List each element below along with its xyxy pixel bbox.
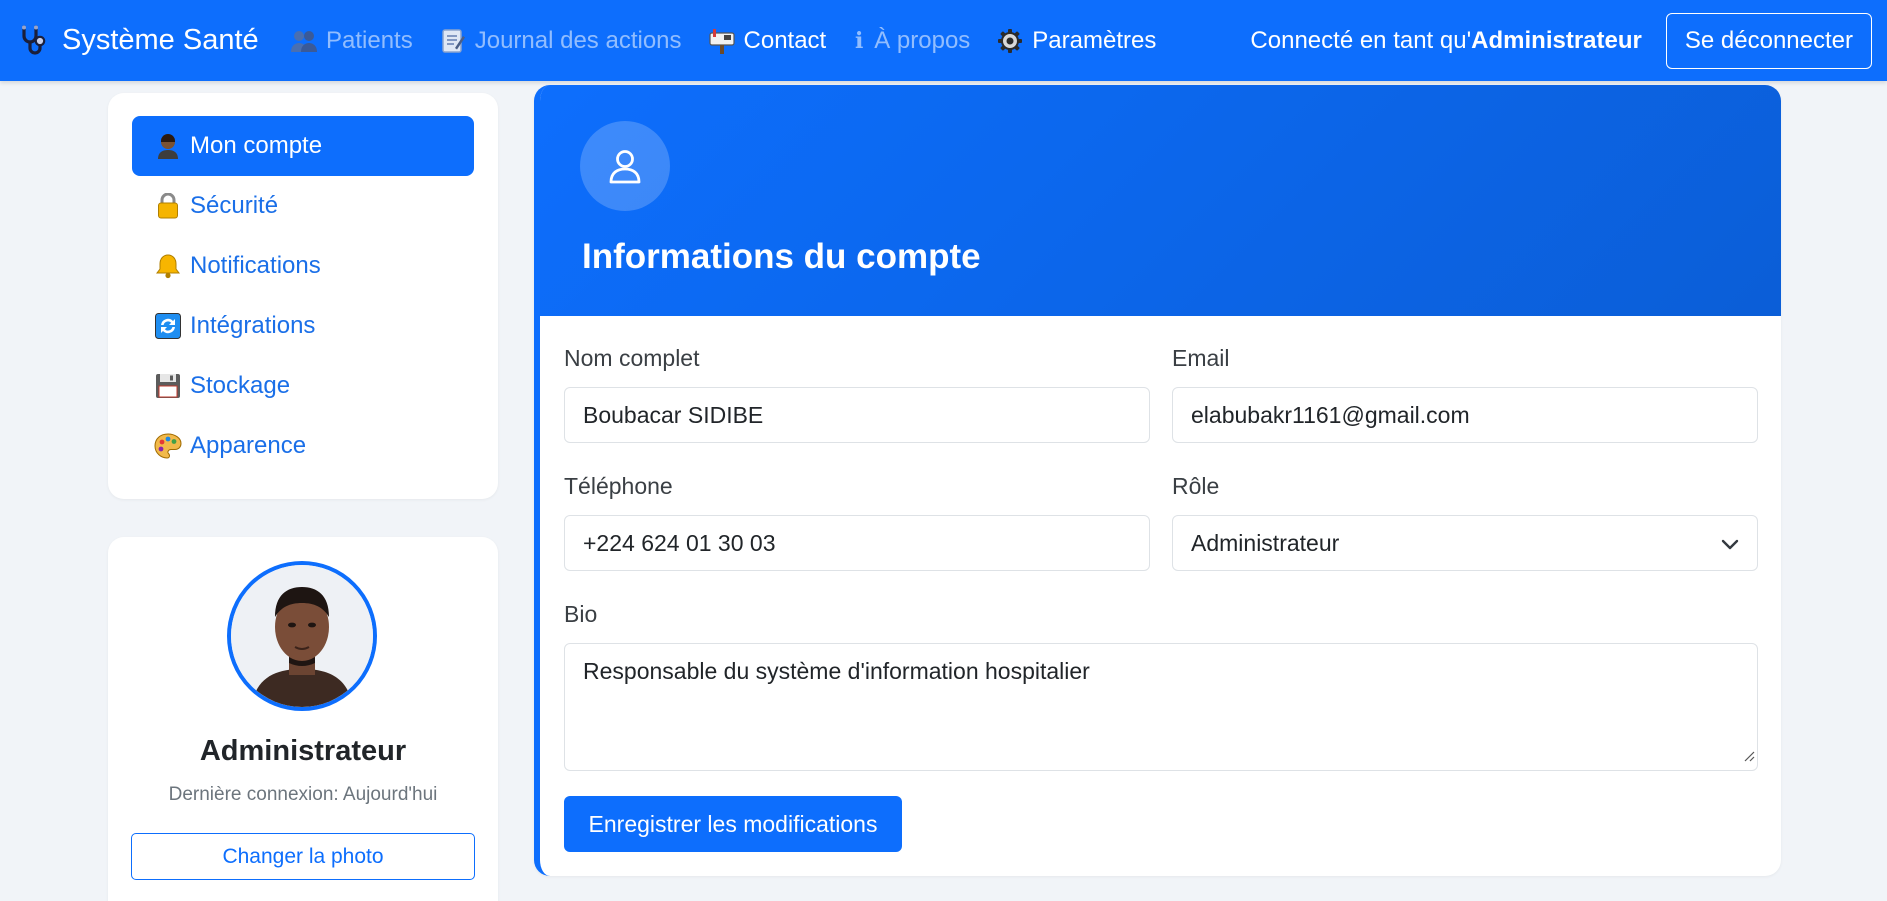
phone-label: Téléphone — [564, 473, 673, 499]
stethoscope-icon — [16, 23, 52, 59]
nav-link-patients[interactable]: Patients — [290, 27, 413, 55]
memo-icon — [439, 28, 467, 54]
profile-name: Administrateur — [199, 735, 407, 767]
nav-link-journal[interactable]: Journal des actions — [439, 27, 682, 55]
nav-link-label: Journal des actions — [474, 26, 682, 54]
account-info-card: Informations du compte Nom complet Bouba… — [534, 85, 1781, 876]
full-name-label: Nom complet — [564, 345, 700, 371]
menu-item-appearance[interactable]: Apparence — [132, 416, 474, 476]
menu-item-label: Sécurité — [190, 192, 279, 219]
bio-text: Responsable du système d'information hos… — [583, 658, 1090, 684]
logout-button[interactable]: Se déconnecter — [1665, 12, 1872, 69]
top-navbar: Système Santé Patients Journal des actio… — [0, 0, 1887, 81]
nav-link-label: À propos — [874, 26, 971, 54]
bio-label: Bio — [564, 601, 598, 627]
users-icon — [290, 29, 318, 53]
menu-item-security[interactable]: Sécurité — [132, 176, 474, 236]
role-label: Rôle — [1172, 473, 1220, 499]
gear-icon — [996, 28, 1024, 54]
user-icon — [154, 132, 182, 160]
menu-item-label: Stockage — [190, 372, 291, 399]
nav-link-about[interactable]: i À propos — [852, 27, 970, 55]
menu-item-label: Intégrations — [190, 312, 316, 339]
chevron-down-icon — [1721, 530, 1739, 557]
info-icon: i — [855, 27, 864, 54]
logged-in-status: Connecté en tant qu'Administrateur — [1250, 27, 1641, 55]
mailbox-icon — [708, 28, 736, 54]
menu-item-account[interactable]: Mon compte — [132, 116, 474, 176]
nav-link-label: Paramètres — [1032, 26, 1157, 54]
bio-textarea[interactable]: Responsable du système d'information hos… — [564, 643, 1758, 771]
menu-item-integrations[interactable]: Intégrations — [132, 296, 474, 356]
brand-link[interactable]: Système Santé — [16, 0, 259, 81]
full-name-field[interactable]: Boubacar SIDIBE — [564, 387, 1150, 443]
logged-in-user: Administrateur — [1471, 26, 1642, 54]
role-select-value: Administrateur — [1191, 529, 1340, 556]
sync-icon — [154, 312, 182, 340]
phone-field[interactable]: +224 624 01 30 03 — [564, 515, 1150, 571]
brand-title: Système Santé — [62, 24, 259, 56]
menu-item-storage[interactable]: Stockage — [132, 356, 474, 416]
logged-in-prefix: Connecté en tant qu' — [1250, 26, 1472, 54]
card-header: Informations du compte — [540, 85, 1781, 316]
nav-link-label: Contact — [743, 26, 827, 54]
menu-item-label: Apparence — [190, 432, 307, 459]
nav-link-label: Patients — [326, 26, 413, 54]
menu-item-notifications[interactable]: Notifications — [132, 236, 474, 296]
last-login-text: Dernière connexion: Aujourd'hui — [168, 784, 438, 805]
palette-icon — [154, 432, 182, 460]
save-changes-button[interactable]: Enregistrer les modifications — [564, 796, 902, 852]
user-outline-icon — [580, 121, 670, 211]
nav-right: Connecté en tant qu'Administrateur Se dé… — [1250, 0, 1872, 81]
menu-item-label: Notifications — [190, 252, 321, 279]
role-select[interactable]: Administrateur — [1172, 515, 1758, 571]
nav-link-settings[interactable]: Paramètres — [996, 27, 1156, 55]
floppy-disk-icon — [154, 372, 182, 400]
page-title: Informations du compte — [582, 237, 981, 276]
menu-item-label: Mon compte — [190, 132, 323, 159]
nav-link-contact[interactable]: Contact — [708, 26, 827, 55]
avatar — [227, 561, 377, 711]
resize-handle-icon[interactable] — [1743, 741, 1755, 768]
settings-menu: Mon compte Sécurité Notifications Intégr… — [108, 93, 498, 499]
email-label: Email — [1172, 345, 1230, 371]
email-field[interactable]: elabubakr1161@gmail.com — [1172, 387, 1758, 443]
change-photo-button[interactable]: Changer la photo — [131, 833, 475, 880]
profile-card: Administrateur Dernière connexion: Aujou… — [108, 537, 498, 901]
bell-icon — [154, 252, 182, 280]
lock-icon — [154, 192, 182, 220]
nav-links: Patients Journal des actions Contact i À… — [290, 0, 1156, 81]
